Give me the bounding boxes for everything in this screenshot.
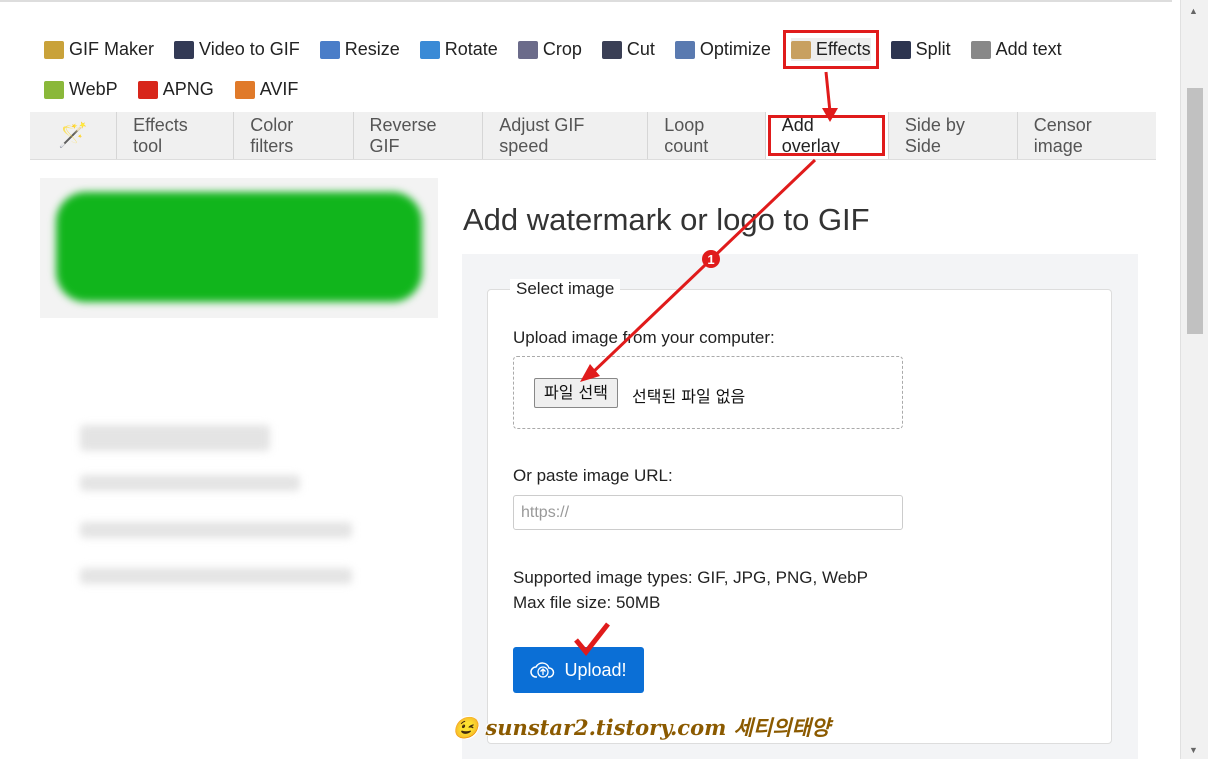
nav-item-split[interactable]: Split <box>890 38 951 61</box>
main-nav: GIF Maker Video to GIF Resize Rotate Crop Cut… <box>44 30 1144 101</box>
tab-loop-count[interactable]: Loop count <box>647 112 764 159</box>
choose-file-button[interactable]: 파일 선택 <box>534 378 618 408</box>
cloud-upload-icon <box>530 662 555 678</box>
nav-item-label: Crop <box>542 39 582 59</box>
nav-item-label: APNG <box>162 79 214 99</box>
no-file-text: 선택된 파일 없음 <box>632 387 746 406</box>
fieldset-legend: Select image <box>510 279 621 299</box>
nav-item-label: Rotate <box>444 39 498 59</box>
tab-adjust-gif-speed[interactable]: Adjust GIF speed <box>482 112 647 159</box>
apng-icon <box>137 80 158 99</box>
blurred-ad <box>40 178 438 318</box>
nav-item-label: Effects <box>815 39 871 59</box>
image-url-input[interactable] <box>513 495 903 530</box>
nav-item-label: Video to GIF <box>199 39 300 59</box>
nav-item-label: Resize <box>344 39 400 59</box>
scroll-up-icon[interactable]: ▲ <box>1189 6 1198 16</box>
resize-icon <box>319 40 340 59</box>
blurred-text <box>80 475 300 491</box>
effects-palette-icon <box>790 40 811 59</box>
tab-add-overlay[interactable]: Add overlay <box>764 112 888 159</box>
nav-item-webp[interactable]: WebP <box>44 78 118 101</box>
nav-item-apng[interactable]: APNG <box>137 78 214 101</box>
tab-reverse-gif[interactable]: Reverse GIF <box>352 112 483 159</box>
effects-subnav: 🪄 Effects tool Color filters Reverse GIF Ad… <box>30 112 1156 160</box>
crop-icon <box>517 40 538 59</box>
vertical-scrollbar[interactable]: ▲ ▼ <box>1180 0 1208 759</box>
nav-item-label: Cut <box>626 39 655 59</box>
tab-effects-tool[interactable]: Effects tool <box>116 112 233 159</box>
upload-button[interactable]: Upload! <box>513 647 644 693</box>
rotate-icon <box>419 40 440 59</box>
blurred-text <box>80 522 352 538</box>
add-text-icon <box>970 40 991 59</box>
cut-icon <box>601 40 622 59</box>
tab-censor-image[interactable]: Censor image <box>1016 112 1156 159</box>
nav-item-resize[interactable]: Resize <box>319 38 400 61</box>
nav-item-gif-maker[interactable]: GIF Maker <box>44 38 154 61</box>
nav-item-effects[interactable]: Effects <box>782 30 879 69</box>
nav-item-label: Split <box>915 39 951 59</box>
nav-item-label: Add text <box>995 39 1062 59</box>
url-label: Or paste image URL: <box>513 466 673 485</box>
supported-types: Supported image types: GIF, JPG, PNG, We… <box>513 568 868 587</box>
nav-item-video-to-gif[interactable]: Video to GIF <box>174 38 300 61</box>
avif-icon <box>234 80 255 99</box>
tab-side-by-side[interactable]: Side by Side <box>887 112 1017 159</box>
page-title: Add watermark or logo to GIF <box>463 202 870 237</box>
nav-item-crop[interactable]: Crop <box>517 38 582 61</box>
nav-item-rotate[interactable]: Rotate <box>419 38 498 61</box>
top-border <box>0 0 1172 2</box>
magic-wand-icon[interactable]: 🪄 <box>30 112 116 159</box>
scrollbar-thumb[interactable] <box>1187 88 1203 334</box>
upload-button-label: Upload! <box>564 659 627 680</box>
gif-maker-icon <box>44 40 64 59</box>
webp-icon <box>44 80 64 99</box>
blurred-text <box>80 568 352 584</box>
blurred-text <box>80 425 270 451</box>
nav-item-avif[interactable]: AVIF <box>234 78 299 101</box>
nav-item-add-text[interactable]: Add text <box>970 38 1062 61</box>
upload-label: Upload image from your computer: <box>513 328 775 347</box>
nav-item-cut[interactable]: Cut <box>601 38 655 61</box>
nav-item-optimize[interactable]: Optimize <box>674 38 771 61</box>
max-file-size: Max file size: 50MB <box>513 593 661 612</box>
watermark-logo: 😉 sunstar2.tistory.com 세티의태양 <box>452 715 831 740</box>
nav-item-label: Optimize <box>699 39 771 59</box>
nav-item-label: GIF Maker <box>69 39 155 59</box>
nav-item-label: AVIF <box>259 79 299 99</box>
tab-color-filters[interactable]: Color filters <box>233 112 352 159</box>
optimize-icon <box>674 40 695 59</box>
nav-item-label: WebP <box>69 79 118 99</box>
split-icon <box>890 40 911 59</box>
scroll-down-icon[interactable]: ▼ <box>1189 745 1198 755</box>
film-icon <box>174 40 195 59</box>
